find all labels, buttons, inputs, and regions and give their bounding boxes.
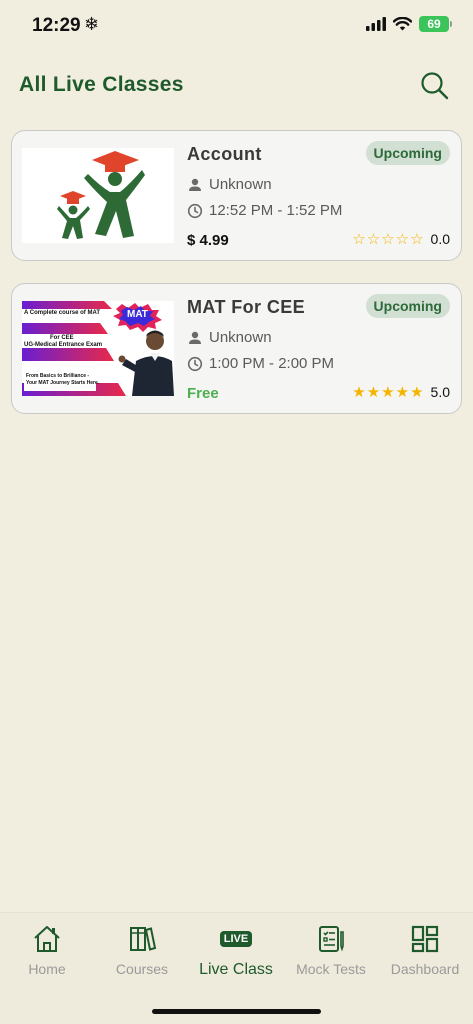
banner-line-1: A Complete course of MAT xyxy=(24,310,101,316)
time-row: 1:00 PM - 2:00 PM xyxy=(187,355,334,372)
banner-line-5: Your MAT Journey Starts Here. xyxy=(26,380,100,386)
star-filled-icon: ★ xyxy=(366,383,381,401)
home-icon xyxy=(34,926,60,952)
nav-courses[interactable]: Courses xyxy=(95,923,189,977)
logo-figures-icon xyxy=(57,151,145,239)
status-bar: 12:29 ❄ 69 xyxy=(0,0,473,50)
class-thumbnail: A Complete course of MAT For CEE UG-Medi… xyxy=(22,301,174,396)
time-row: 12:52 PM - 1:52 PM xyxy=(187,202,342,219)
banner-line-3: UG-Medical Entrance Exam xyxy=(24,342,103,348)
dashboard-icon xyxy=(411,925,439,953)
home-indicator[interactable] xyxy=(152,1009,321,1014)
nav-dashboard-label: Dashboard xyxy=(390,961,460,977)
nav-live-class[interactable]: LIVE Live Class xyxy=(189,923,283,979)
status-time: 12:29 xyxy=(32,15,81,36)
status-icons: 69 xyxy=(366,16,452,32)
person-icon xyxy=(189,331,201,344)
instructor-row: Unknown xyxy=(187,176,272,193)
rating: ★ ★ ★ ★ ★ 5.0 xyxy=(352,384,450,400)
banner-line-2: For CEE xyxy=(50,335,74,341)
books-icon xyxy=(130,927,157,951)
nav-dashboard[interactable]: Dashboard xyxy=(378,923,472,977)
class-time: 1:00 PM - 2:00 PM xyxy=(209,355,335,372)
clock-icon xyxy=(187,203,203,218)
person-icon xyxy=(189,178,201,191)
star-empty-icon: ☆ xyxy=(366,230,381,248)
star-empty-icon: ☆ xyxy=(395,230,410,248)
class-title: Account xyxy=(187,144,262,164)
class-title: MAT For CEE xyxy=(187,297,306,317)
battery-icon: 69 xyxy=(419,16,452,32)
banner-line-4: From Basics to Brilliance - xyxy=(26,373,90,379)
snowflake-icon: ❄ xyxy=(84,14,100,34)
nav-home-label: Home xyxy=(28,961,66,977)
class-time: 12:52 PM - 1:52 PM xyxy=(209,202,343,219)
rating: ☆ ☆ ☆ ☆ ☆ 0.0 xyxy=(352,231,450,247)
battery-level: 69 xyxy=(427,17,441,31)
status-badge: Upcoming xyxy=(365,294,450,318)
class-thumbnail xyxy=(22,148,174,243)
page-title: All Live Classes xyxy=(19,73,184,96)
class-price: $ 4.99 xyxy=(187,232,229,249)
nav-home[interactable]: Home xyxy=(0,923,94,977)
search-icon xyxy=(421,72,449,100)
star-filled-icon: ★ xyxy=(410,383,424,401)
app-header: All Live Classes xyxy=(0,62,473,112)
signal-icon xyxy=(366,17,386,31)
checklist-icon xyxy=(319,926,344,952)
wifi-icon xyxy=(393,17,412,31)
nav-mock-tests-label: Mock Tests xyxy=(296,961,366,977)
bottom-nav: Home Courses LIVE Live Class Mock Tests … xyxy=(0,912,473,1024)
nav-courses-label: Courses xyxy=(115,961,169,977)
star-filled-icon: ★ xyxy=(381,383,395,401)
class-price: Free xyxy=(187,385,219,402)
star-empty-icon: ☆ xyxy=(410,230,424,248)
rating-value: 5.0 xyxy=(430,384,450,400)
star-empty-icon: ☆ xyxy=(352,230,366,248)
rating-value: 0.0 xyxy=(430,231,450,247)
nav-mock-tests[interactable]: Mock Tests xyxy=(284,923,378,977)
star-filled-icon: ★ xyxy=(395,383,410,401)
instructor-name: Unknown xyxy=(209,329,272,346)
live-icon: LIVE xyxy=(219,931,253,947)
star-filled-icon: ★ xyxy=(352,383,366,401)
search-button[interactable] xyxy=(417,68,453,104)
nav-live-class-label: Live Class xyxy=(199,961,273,978)
class-card[interactable]: Account Upcoming Unknown 12:52 PM - 1:52… xyxy=(11,130,462,261)
star-empty-icon: ☆ xyxy=(381,230,395,248)
instructor-name: Unknown xyxy=(209,176,272,193)
instructor-row: Unknown xyxy=(187,329,272,346)
status-badge: Upcoming xyxy=(365,141,450,165)
clock-icon xyxy=(187,356,203,371)
banner-mat-badge: MAT xyxy=(127,309,148,320)
class-card[interactable]: A Complete course of MAT For CEE UG-Medi… xyxy=(11,283,462,414)
